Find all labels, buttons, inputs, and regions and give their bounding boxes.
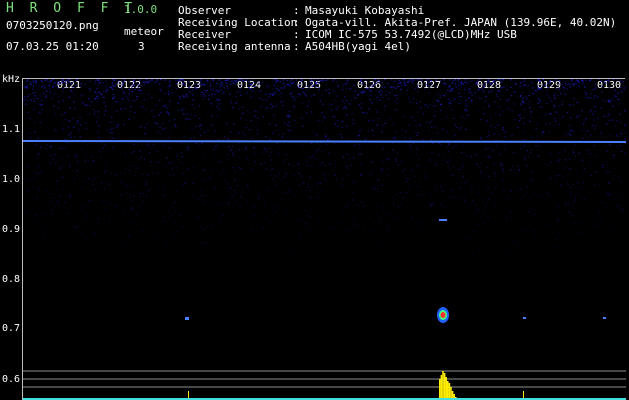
meteor-count: 3 — [138, 40, 145, 53]
location-separator: : — [293, 16, 300, 29]
location-label: Receiving Location — [178, 16, 298, 29]
antenna-separator: : — [293, 40, 300, 53]
date-time: 07.03.25 01:20 — [6, 40, 99, 53]
y-axis-unit: kHz — [2, 74, 21, 85]
app-version: 1.0.0 — [124, 3, 158, 16]
observer-value: Masayuki Kobayashi — [305, 4, 425, 17]
observer-label: Observer — [178, 4, 231, 17]
activity-bars — [188, 371, 524, 400]
y-tick-0-8: 0.8 — [2, 274, 21, 285]
spectrogram-panel — [22, 78, 628, 400]
file-name: 0703250120.png — [6, 19, 99, 32]
receiver-value: ICOM IC-575 53.7492(@LCD)MHz USB — [305, 28, 517, 41]
y-tick-0-6: 0.6 — [2, 374, 21, 385]
y-tick-1-0: 1.0 — [2, 174, 21, 185]
y-tick-0-9: 0.9 — [2, 224, 21, 235]
observer-separator: : — [293, 4, 300, 17]
receiver-label: Receiver — [178, 28, 231, 41]
hrofft-window: H R O F F T 1.0.0 0703250120.png 07.03.2… — [0, 0, 629, 400]
carrier-line — [22, 140, 627, 143]
meteor-label: meteor — [124, 25, 164, 38]
receiver-separator: : — [293, 28, 300, 41]
noise-layer — [23, 79, 628, 261]
y-tick-1-1: 1.1 — [2, 124, 21, 135]
antenna-value: A504HB(yagi 4el) — [305, 40, 411, 53]
meteor-echoes — [185, 219, 606, 323]
location-value: Ogata-vill. Akita-Pref. JAPAN (139.96E, … — [305, 16, 617, 29]
y-tick-0-7: 0.7 — [2, 323, 21, 334]
app-title: H R O F F T — [6, 1, 137, 16]
guide-lines — [23, 370, 626, 388]
antenna-label: Receiving antenna — [178, 40, 291, 53]
spectrogram-svg — [22, 79, 628, 400]
